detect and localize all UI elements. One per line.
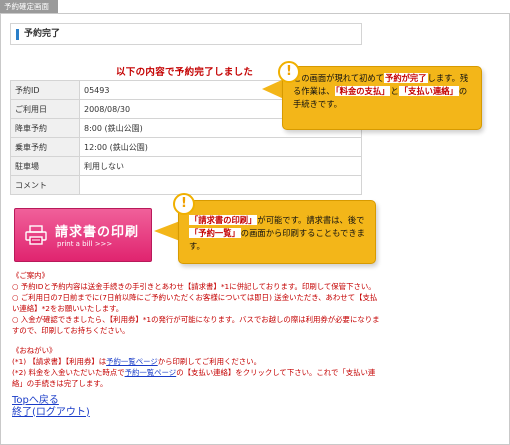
guide-line: ○ ご利用日の7日前までに(7日前以降にご予約いただくお客様については即日) 送… xyxy=(12,293,378,313)
note-emphasis: 「予約一覧」 xyxy=(189,228,241,238)
print-bill-sublabel: print a bill >>> xyxy=(57,240,113,248)
guide-heading: 《ご案内》 xyxy=(12,271,49,280)
section-header-bar xyxy=(16,29,19,40)
note-text: と xyxy=(390,86,399,96)
footer-links: Topへ戻る 終了(ログアウト) xyxy=(12,395,90,418)
note-emphasis: 「支払い連絡」 xyxy=(398,86,459,96)
row-label-parking: 駐車場 xyxy=(10,156,80,176)
row-value-comment xyxy=(79,175,362,195)
reservation-list-link[interactable]: 予約一覧ページ xyxy=(125,368,177,377)
row-label-reservation-id: 予約ID xyxy=(10,80,80,100)
section-title: 予約完了 xyxy=(24,29,61,39)
guide-line: ○ 予約IDと予約内容は送金手続きの手引きとあわせ【請求書】*1に併記しておりま… xyxy=(12,282,376,291)
print-bill-button[interactable]: 請求書の印刷 print a bill >>> xyxy=(14,208,152,262)
completion-message: 以下の内容で予約完了しました xyxy=(116,67,254,78)
row-label-comment: コメント xyxy=(10,175,80,195)
reservation-list-link[interactable]: 予約一覧ページ xyxy=(106,357,158,366)
row-label-dropoff: 降車予約 xyxy=(10,118,80,138)
row-value-pickup: 12:00 (鉄山公園) xyxy=(79,137,362,157)
note-emphasis: 「請求書の印刷」 xyxy=(189,215,258,225)
page-tab-label: 予約確定画面 xyxy=(0,0,58,14)
note-emphasis: 予約が完了 xyxy=(384,73,428,83)
table-row: コメント xyxy=(10,175,362,195)
callout-pointer xyxy=(154,221,180,241)
exclamation-icon: ! xyxy=(278,61,300,83)
guide-heading-request: 《おねがい》 xyxy=(12,346,57,355)
table-row: 駐車場 利用しない xyxy=(10,156,362,176)
note-emphasis: 「料金の支払」 xyxy=(334,86,391,96)
table-row: 乗車予約 12:00 (鉄山公園) xyxy=(10,137,362,157)
print-bill-label: 請求書の印刷 xyxy=(55,225,140,240)
note-text: から印刷してご利用ください。 xyxy=(157,357,261,366)
row-label-use-date: ご利用日 xyxy=(10,99,80,119)
row-label-pickup: 乗車予約 xyxy=(10,137,80,157)
callout-note-print: ! 「請求書の印刷」が可能です。請求書は、後で「予約一覧」の画面から印刷すること… xyxy=(173,193,376,264)
exclamation-icon: ! xyxy=(173,193,195,215)
note-text: が可能です。請求書は、後で xyxy=(257,215,365,225)
guide-note-1: (*1) 【請求書】【利用券】は予約一覧ページから印刷してご利用ください。 xyxy=(12,356,384,367)
row-value-parking: 利用しない xyxy=(79,156,362,176)
guidance-notes: 《ご案内》 ○ 予約IDと予約内容は送金手続きの手引きとあわせ【請求書】*1に併… xyxy=(12,270,384,389)
note-text: この画面が現れて初めて xyxy=(293,73,385,83)
printer-icon xyxy=(25,225,47,245)
section-header: 予約完了 xyxy=(10,23,362,45)
back-to-top-link[interactable]: Topへ戻る xyxy=(12,395,90,407)
guide-line: ○ 入金が確認できましたら、【利用券】*1の発行が可能になります。バスでお越しの… xyxy=(12,315,380,335)
note-text: (*2) 料金を入金いただいた時点で xyxy=(12,368,125,377)
note-text: (*1) 【請求書】【利用券】は xyxy=(12,357,107,366)
guide-note-2: (*2) 料金を入金いただいた時点で予約一覧ページの【支払い連絡】をクリックして… xyxy=(12,367,384,389)
logout-link[interactable]: 終了(ログアウト) xyxy=(12,407,90,419)
callout-pointer xyxy=(262,79,284,99)
callout-note-completion: ! この画面が現れて初めて予約が完了します。残る作業は、「料金の支払」と「支払い… xyxy=(278,61,482,130)
